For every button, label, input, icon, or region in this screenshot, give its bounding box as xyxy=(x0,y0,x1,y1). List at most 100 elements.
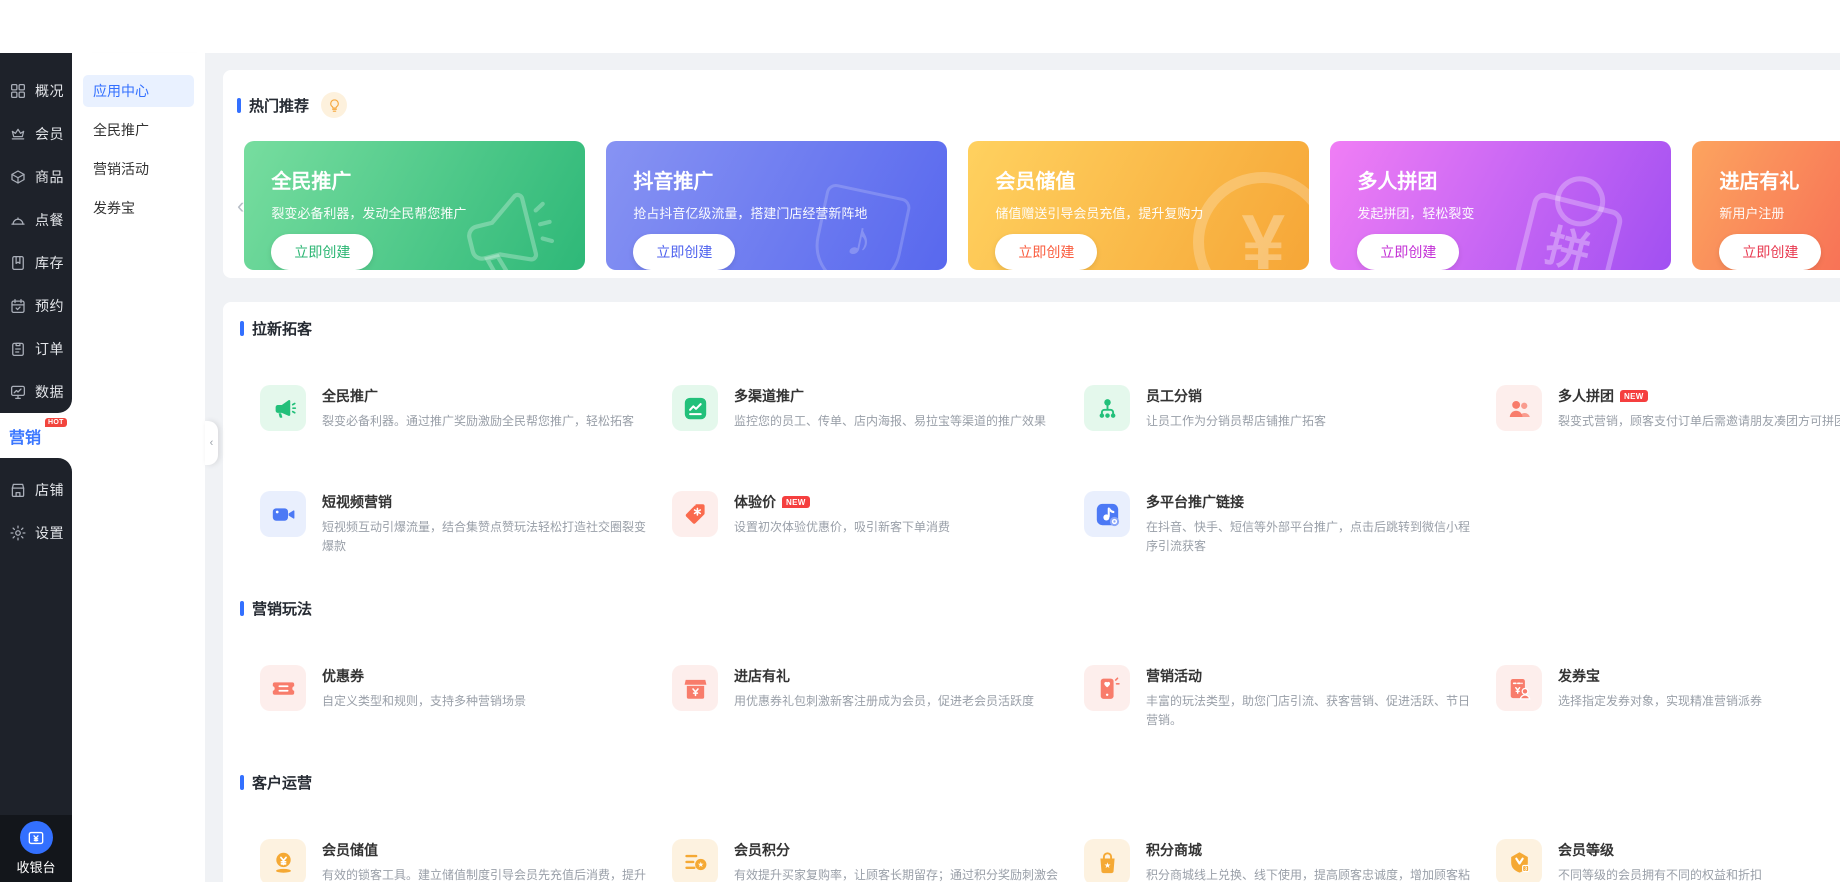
sidebar-item-overview[interactable]: 概况 xyxy=(0,69,72,112)
promo-card-title: 多人拼团 xyxy=(1357,165,1671,194)
sidebar-item-booking[interactable]: 预约 xyxy=(0,284,72,327)
overview-icon xyxy=(9,82,27,100)
app-item-text: 发券宝选择指定发券对象，实现精准营销派券 xyxy=(1558,665,1840,730)
app-item[interactable]: ★积分商城积分商城线上兑换、线下使用，提高顾客忠诚度，增加顾客粘性 xyxy=(1084,839,1496,882)
promo-card[interactable]: 会员储值储值赠送引导会员充值，提升复购力立即创建¥ xyxy=(968,141,1309,270)
section-header: 拉新拓客 xyxy=(240,318,1840,339)
sidebar-item-products[interactable]: 商品 xyxy=(0,155,72,198)
member-level-icon: 3 xyxy=(1496,839,1542,882)
app-item[interactable]: 会员储值有效的锁客工具。建立储值制度引导会员先充值后消费，提升复购同时回笼资金 xyxy=(260,839,672,882)
sidebar-item-ordering[interactable]: 点餐 xyxy=(0,198,72,241)
sidebar-item-orders[interactable]: 订单 xyxy=(0,327,72,370)
app-item[interactable]: 发券宝选择指定发券对象，实现精准营销派券 xyxy=(1496,665,1840,730)
app-item-desc: 丰富的玩法类型，助您门店引流、获客营销、促进活跃、节日营销。 xyxy=(1146,692,1476,730)
booking-icon xyxy=(9,297,27,315)
app-item-text: 多平台推广链接在抖音、快手、短信等外部平台推广，点击后跳转到微信小程序引流获客 xyxy=(1146,491,1476,556)
douyin-note-decoration-icon: ♪ xyxy=(808,182,912,270)
sidebar-item-label: 库存 xyxy=(35,253,64,273)
submenu-item[interactable]: 全民推广 xyxy=(83,114,194,146)
app-center-card: 拉新拓客全民推广裂变必备利器。通过推广奖励激励全民帮您推广，轻松拓客多渠道推广监… xyxy=(223,302,1840,882)
link-icon xyxy=(1084,491,1130,537)
app-item-title: 优惠券 xyxy=(322,666,364,686)
submenu-item[interactable]: 营销活动 xyxy=(83,153,194,185)
app-item[interactable]: 3 会员等级不同等级的会员拥有不同的权益和折扣 xyxy=(1496,839,1840,882)
sidebar-item-members[interactable]: 会员 xyxy=(0,112,72,155)
new-badge: NEW xyxy=(1620,390,1648,402)
app-item-text: 进店有礼用优惠券礼包刺激新客注册成为会员，促进老会员活跃度 xyxy=(734,665,1064,730)
promo-create-button[interactable]: 立即创建 xyxy=(1357,234,1459,270)
collapse-sidebar-handle[interactable]: ‹ xyxy=(205,421,218,465)
app-item[interactable]: 全民推广裂变必备利器。通过推广奖励激励全民帮您推广，轻松拓客 xyxy=(260,385,672,431)
primary-sidebar: 概况会员商品点餐库存预约订单数据 营销 HOT 店铺设置 收银台 xyxy=(0,53,72,882)
sidebar-item-marketing[interactable]: 营销 HOT xyxy=(0,413,72,458)
settings-icon xyxy=(9,524,27,542)
app-item-text: 优惠券自定义类型和规则，支持多种营销场景 xyxy=(322,665,652,730)
svg-text:3: 3 xyxy=(1524,866,1527,872)
promo-card[interactable]: 全民推广裂变必备利器，发动全民帮您推广立即创建 xyxy=(244,141,585,270)
app-item-text: 短视频营销短视频互动引爆流量，结合集赞点赞玩法轻松打造社交圈裂变爆款 xyxy=(322,491,652,556)
hot-badge: HOT xyxy=(45,418,67,427)
app-item[interactable]: 营销活动丰富的玩法类型，助您门店引流、获客营销、促进活跃、节日营销。 xyxy=(1084,665,1496,730)
sidebar-item-cashier[interactable]: 收银台 xyxy=(0,815,72,882)
app-item-text: 积分商城积分商城线上兑换、线下使用，提高顾客忠诚度，增加顾客粘性 xyxy=(1146,839,1476,882)
sidebar-item-label: 营销 xyxy=(9,424,41,448)
ordering-icon xyxy=(9,211,27,229)
sidebar-item-shop[interactable]: 店铺 xyxy=(0,468,72,511)
promo-create-button[interactable]: 立即创建 xyxy=(995,234,1097,270)
video-icon xyxy=(260,491,306,537)
section-header: 营销玩法 xyxy=(240,598,1840,619)
promo-card[interactable]: 进店有礼新用户注册立即创建 xyxy=(1692,141,1840,270)
stored-value-icon xyxy=(260,839,306,882)
app-item-title: 会员等级 xyxy=(1558,840,1614,860)
sidebar-top-group: 概况会员商品点餐库存预约订单数据 xyxy=(0,53,72,413)
sidebar-item-label: 店铺 xyxy=(35,480,64,500)
app-item-title: 会员积分 xyxy=(734,840,790,860)
inventory-icon xyxy=(9,254,27,272)
app-item[interactable]: 员工分销让员工作为分销员帮店铺推广拓客 xyxy=(1084,385,1496,431)
app-item-desc: 用优惠券礼包刺激新客注册成为会员，促进老会员活跃度 xyxy=(734,692,1064,711)
sidebar-item-label: 预约 xyxy=(35,296,64,316)
app-item-title: 短视频营销 xyxy=(322,492,392,512)
hot-recommend-title: 热门推荐 xyxy=(249,95,309,116)
app-item[interactable]: 进店有礼用优惠券礼包刺激新客注册成为会员，促进老会员活跃度 xyxy=(672,665,1084,730)
app-item-text: 体验价NEW设置初次体验优惠价，吸引新客下单消费 xyxy=(734,491,1064,556)
sidebar-item-settings[interactable]: 设置 xyxy=(0,511,72,554)
app-item-title: 积分商城 xyxy=(1146,840,1202,860)
app-item-desc: 积分商城线上兑换、线下使用，提高顾客忠诚度，增加顾客粘性 xyxy=(1146,866,1476,882)
hot-recommend-card: 热门推荐 ‹ 全民推广裂变必备利器，发动全民帮您推广立即创建抖音推广抢占抖音亿级… xyxy=(223,70,1840,278)
promo-create-button[interactable]: 立即创建 xyxy=(1719,234,1821,270)
main-content: 热门推荐 ‹ 全民推广裂变必备利器，发动全民帮您推广立即创建抖音推广抢占抖音亿级… xyxy=(205,53,1840,882)
app-item[interactable]: ★会员积分有效提升买家复购率，让顾客长期留存；通过积分奖励刺激会员活跃度 xyxy=(672,839,1084,882)
sidebar-item-data[interactable]: 数据 xyxy=(0,370,72,413)
staff-icon xyxy=(1084,385,1130,431)
app-item-text: 会员等级不同等级的会员拥有不同的权益和折扣 xyxy=(1558,839,1840,882)
promo-card[interactable]: 多人拼团发起拼团，轻松裂变立即创建拼 xyxy=(1330,141,1671,270)
promo-card[interactable]: 抖音推广抢占抖音亿级流量，搭建门店经营新阵地立即创建♪ xyxy=(606,141,947,270)
app-item-text: 会员积分有效提升买家复购率，让顾客长期留存；通过积分奖励刺激会员活跃度 xyxy=(734,839,1064,882)
storegift-icon xyxy=(672,665,718,711)
promo-create-button[interactable]: 立即创建 xyxy=(633,234,735,270)
app-item-desc: 设置初次体验优惠价，吸引新客下单消费 xyxy=(734,518,1064,537)
submenu-item[interactable]: 应用中心 xyxy=(83,75,194,107)
app-item[interactable]: 体验价NEW设置初次体验优惠价，吸引新客下单消费 xyxy=(672,491,1084,556)
sidebar-item-label: 订单 xyxy=(35,339,64,359)
app-item[interactable]: 多平台推广链接在抖音、快手、短信等外部平台推广，点击后跳转到微信小程序引流获客 xyxy=(1084,491,1496,556)
submenu-item[interactable]: 发券宝 xyxy=(83,192,194,224)
promo-card-title: 进店有礼 xyxy=(1719,165,1840,194)
sidebar-item-inventory[interactable]: 库存 xyxy=(0,241,72,284)
promo-create-button[interactable]: 立即创建 xyxy=(271,234,373,270)
promo-card-title: 会员储值 xyxy=(995,165,1309,194)
app-item-title: 营销活动 xyxy=(1146,666,1202,686)
carousel-prev-button[interactable]: ‹ xyxy=(237,141,244,270)
app-item[interactable]: 短视频营销短视频互动引爆流量，结合集赞点赞玩法轻松打造社交圈裂变爆款 xyxy=(260,491,672,556)
app-item[interactable]: 多人拼团NEW裂变式营销，顾客支付订单后需邀请朋友凑团方可拼团成功 xyxy=(1496,385,1840,431)
app-item-desc: 裂变必备利器。通过推广奖励激励全民帮您推广，轻松拓客 xyxy=(322,412,652,431)
coupon-icon xyxy=(260,665,306,711)
app-item[interactable]: 优惠券自定义类型和规则，支持多种营销场景 xyxy=(260,665,672,730)
section-title: 客户运营 xyxy=(252,772,312,793)
app-item-text: 多人拼团NEW裂变式营销，顾客支付订单后需邀请朋友凑团方可拼团成功 xyxy=(1558,385,1840,431)
section-header: 客户运营 xyxy=(240,772,1840,793)
app-item[interactable]: 多渠道推广监控您的员工、传单、店内海报、易拉宝等渠道的推广效果 xyxy=(672,385,1084,431)
promo-card-title: 抖音推广 xyxy=(633,165,947,194)
sidebar-item-label: 商品 xyxy=(35,167,64,187)
